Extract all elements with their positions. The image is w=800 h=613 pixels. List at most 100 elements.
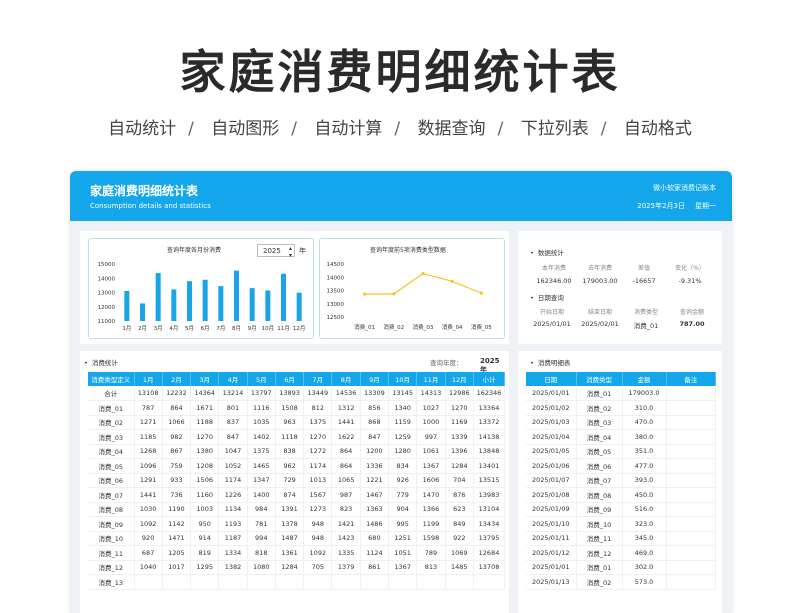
table-cell[interactable]: 消费_13 — [88, 574, 135, 590]
table-cell[interactable]: 消费_09 — [88, 516, 135, 532]
table-cell[interactable]: 2025/01/01 — [526, 560, 577, 575]
table-cell[interactable]: 1270 — [303, 429, 333, 445]
table-cell[interactable]: 1047 — [218, 444, 248, 459]
table-cell[interactable]: 1092 — [134, 516, 163, 532]
table-cell[interactable]: 1270 — [190, 429, 220, 445]
table-cell[interactable]: 1199 — [416, 516, 446, 532]
table-cell[interactable]: 914 — [190, 531, 220, 546]
table-cell[interactable]: 1291 — [134, 473, 163, 488]
table-cell[interactable]: 1382 — [218, 560, 248, 575]
table-cell[interactable]: 380.0 — [622, 429, 667, 445]
table-cell[interactable]: 13708 — [473, 560, 505, 575]
table-cell[interactable]: 1061 — [416, 444, 446, 459]
table-cell[interactable]: 864 — [162, 400, 192, 416]
table-cell[interactable]: 948 — [303, 531, 333, 546]
table-cell[interactable]: 消费_04 — [88, 444, 135, 459]
table-cell[interactable]: 704 — [445, 473, 475, 488]
table-cell[interactable]: 1598 — [416, 531, 446, 546]
table-cell[interactable]: 消费_07 — [88, 487, 135, 503]
table-cell[interactable]: 1030 — [134, 502, 163, 517]
table-cell[interactable]: 687 — [134, 545, 163, 561]
table-cell[interactable] — [331, 574, 361, 590]
table-cell[interactable]: 2025/01/10 — [526, 516, 577, 532]
table-cell[interactable]: 14536 — [331, 386, 361, 401]
table-cell[interactable]: 1375 — [247, 444, 276, 459]
table-cell[interactable]: 13214 — [218, 386, 248, 401]
table-cell[interactable]: 消费_11 — [576, 531, 623, 546]
table-cell[interactable]: 837 — [218, 415, 248, 430]
table-cell[interactable] — [303, 574, 333, 590]
table-cell[interactable]: 1193 — [218, 516, 248, 532]
table-cell[interactable]: 1051 — [388, 545, 418, 561]
table-cell[interactable]: 1017 — [162, 560, 192, 575]
table-cell[interactable]: 1396 — [445, 444, 475, 459]
table-cell[interactable]: 消费_08 — [88, 502, 135, 517]
table-cell[interactable]: 13372 — [473, 415, 505, 430]
table-cell[interactable]: 1361 — [275, 545, 305, 561]
table-cell[interactable]: 623 — [445, 502, 475, 517]
table-cell[interactable]: 926 — [388, 473, 418, 488]
table-cell[interactable]: 1116 — [247, 400, 276, 416]
table-cell[interactable]: 消费_05 — [88, 458, 135, 474]
table-cell[interactable]: 2025/01/12 — [526, 545, 577, 561]
table-cell[interactable]: 2025/01/07 — [526, 473, 577, 488]
table-cell[interactable]: 1221 — [360, 473, 390, 488]
table-cell[interactable]: 消费_01 — [88, 400, 135, 416]
table-cell[interactable]: 13795 — [473, 531, 505, 546]
table-cell[interactable]: 1391 — [275, 502, 305, 517]
table-cell[interactable]: 1272 — [303, 444, 333, 459]
table-cell[interactable]: 1124 — [360, 545, 390, 561]
table-cell[interactable]: 933 — [162, 473, 192, 488]
table-cell[interactable]: 1134 — [218, 502, 248, 517]
table-cell[interactable]: 323.0 — [622, 516, 667, 532]
table-cell[interactable]: 2025/01/05 — [526, 444, 577, 459]
table-cell[interactable]: 消费_02 — [576, 574, 623, 590]
table-cell[interactable]: 1367 — [416, 458, 446, 474]
table-cell[interactable]: 705 — [303, 560, 333, 575]
table-cell[interactable] — [247, 574, 276, 590]
table-cell[interactable] — [666, 574, 716, 590]
table-cell[interactable]: 1367 — [388, 560, 418, 575]
start-date-input[interactable]: 2025/01/01 — [528, 320, 576, 328]
table-cell[interactable]: 995 — [388, 516, 418, 532]
table-cell[interactable]: 消费_02 — [88, 415, 135, 430]
table-cell[interactable] — [473, 574, 505, 590]
table-cell[interactable]: 1671 — [190, 400, 220, 416]
table-cell[interactable] — [666, 415, 716, 430]
table-cell[interactable]: 982 — [162, 429, 192, 445]
table-cell[interactable]: 962 — [275, 458, 305, 474]
end-date-input[interactable]: 2025/02/01 — [576, 320, 624, 328]
table-cell[interactable]: 13108 — [134, 386, 163, 401]
table-cell[interactable]: 801 — [218, 400, 248, 416]
table-cell[interactable]: 合计 — [88, 386, 135, 401]
table-cell[interactable]: 1339 — [445, 429, 475, 445]
table-cell[interactable]: 948 — [303, 516, 333, 532]
table-cell[interactable] — [666, 473, 716, 488]
table-cell[interactable]: 1423 — [331, 531, 361, 546]
table-cell[interactable]: 12986 — [445, 386, 475, 401]
table-cell[interactable]: 消费_06 — [576, 458, 623, 474]
table-cell[interactable]: 1363 — [360, 502, 390, 517]
table-cell[interactable]: 1040 — [134, 560, 163, 575]
table-cell[interactable]: 812 — [303, 400, 333, 416]
table-cell[interactable]: 1606 — [416, 473, 446, 488]
table-cell[interactable] — [666, 560, 716, 575]
table-cell[interactable] — [388, 574, 418, 590]
table-cell[interactable]: 13104 — [473, 502, 505, 517]
table-cell[interactable]: 864 — [331, 458, 361, 474]
table-cell[interactable]: 13797 — [247, 386, 276, 401]
table-cell[interactable]: 1471 — [162, 531, 192, 546]
table-cell[interactable]: 14364 — [190, 386, 220, 401]
table-cell[interactable]: 14138 — [473, 429, 505, 445]
table-cell[interactable]: 消费_03 — [88, 429, 135, 445]
table-cell[interactable]: 1013 — [303, 473, 333, 488]
table-cell[interactable]: 1280 — [388, 444, 418, 459]
table-cell[interactable]: 13401 — [473, 458, 505, 474]
table-cell[interactable]: 1065 — [331, 473, 361, 488]
table-cell[interactable]: 1118 — [275, 429, 305, 445]
table-cell[interactable]: 1188 — [190, 415, 220, 430]
table-cell[interactable]: 1259 — [388, 429, 418, 445]
table-cell[interactable]: 消费_12 — [576, 545, 623, 561]
table-cell[interactable]: 1190 — [162, 502, 192, 517]
table-cell[interactable]: 838 — [275, 444, 305, 459]
